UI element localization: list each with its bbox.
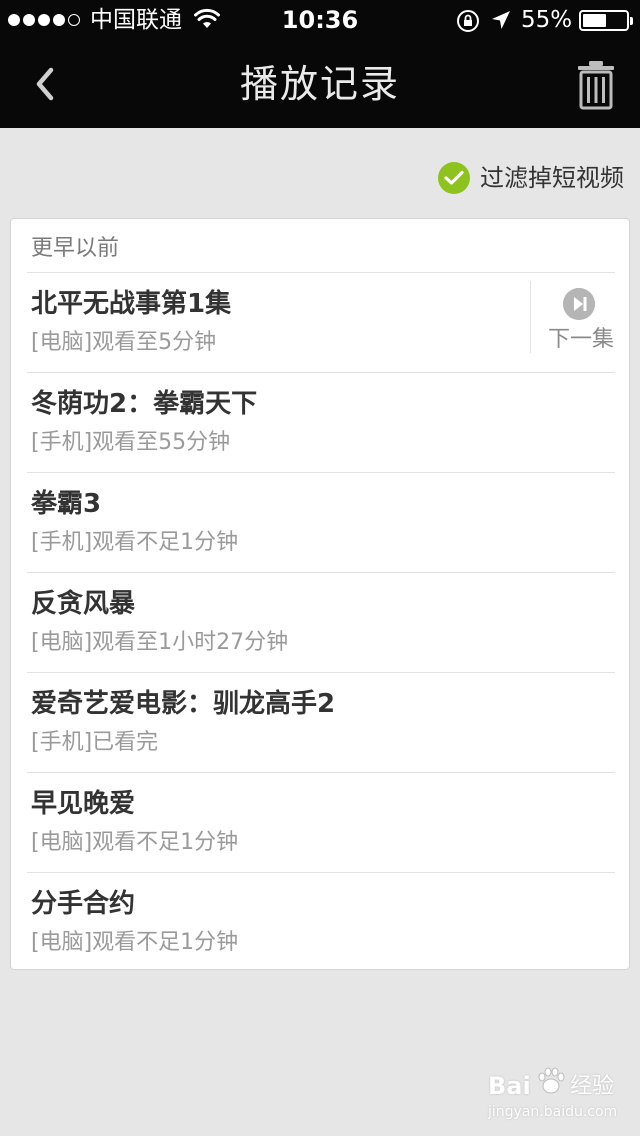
video-title: 早见晚爱 [31, 789, 136, 819]
watch-progress: [电脑]观看至5分钟 [31, 330, 217, 355]
battery-icon [579, 10, 633, 31]
list-item[interactable]: 爱奇艺爱电影：驯龙高手2 [手机]已看完 [11, 673, 631, 773]
video-title: 爱奇艺爱电影：驯龙高手2 [31, 689, 336, 719]
battery-percentage: 55% [521, 7, 573, 33]
list-item[interactable]: 早见晚爱 [电脑]观看不足1分钟 [11, 773, 631, 873]
page-title: 播放记录 [239, 62, 400, 106]
history-list: 更早以前 北平无战事第1集 [电脑]观看至5分钟 下一集 冬荫功2：拳霸天下 [… [10, 218, 630, 970]
location-icon [492, 11, 510, 29]
watch-progress: [电脑]观看不足1分钟 [31, 930, 239, 955]
filter-label: 过滤掉短视频 [480, 164, 624, 192]
watch-progress: [手机]观看至55分钟 [31, 430, 231, 455]
video-title: 北平无战事第1集 [31, 289, 232, 319]
baidu-jingyan-watermark: Bai 经验 jingyan.baidu.com [488, 1064, 618, 1126]
list-item[interactable]: 分手合约 [电脑]观看不足1分钟 [11, 873, 631, 973]
next-episode-label: 下一集 [547, 327, 614, 352]
watch-progress: [手机]已看完 [31, 730, 159, 755]
list-item[interactable]: 冬荫功2：拳霸天下 [手机]观看至55分钟 [11, 373, 631, 473]
section-header: 更早以前 [31, 236, 120, 261]
list-item[interactable]: 北平无战事第1集 [电脑]观看至5分钟 下一集 [11, 273, 631, 373]
video-title: 分手合约 [31, 889, 136, 919]
watermark-brand: Bai [488, 1072, 531, 1100]
filter-short-videos-toggle[interactable]: 过滤掉短视频 [438, 160, 624, 196]
video-title: 拳霸3 [31, 489, 102, 519]
rotation-lock-icon [457, 10, 479, 32]
paw-icon [538, 1067, 565, 1094]
watermark-jingyan: 经验 [570, 1074, 615, 1099]
trash-icon[interactable] [574, 58, 618, 112]
watermark-url: jingyan.baidu.com [488, 1104, 618, 1120]
watch-progress: [手机]观看不足1分钟 [31, 530, 239, 555]
next-episode-button[interactable]: 下一集 [530, 281, 620, 353]
video-title: 冬荫功2：拳霸天下 [31, 389, 258, 419]
watch-progress: [电脑]观看至1小时27分钟 [31, 630, 289, 655]
list-item[interactable]: 反贪风暴 [电脑]观看至1小时27分钟 [11, 573, 631, 673]
list-item[interactable]: 拳霸3 [手机]观看不足1分钟 [11, 473, 631, 573]
video-title: 反贪风暴 [31, 589, 136, 619]
status-bar: 中国联通 10:36 55% [0, 0, 640, 40]
watch-progress: [电脑]观看不足1分钟 [31, 830, 239, 855]
next-episode-icon [563, 288, 595, 320]
nav-bar: 播放记录 [0, 40, 640, 128]
checkmark-icon[interactable] [438, 162, 470, 194]
